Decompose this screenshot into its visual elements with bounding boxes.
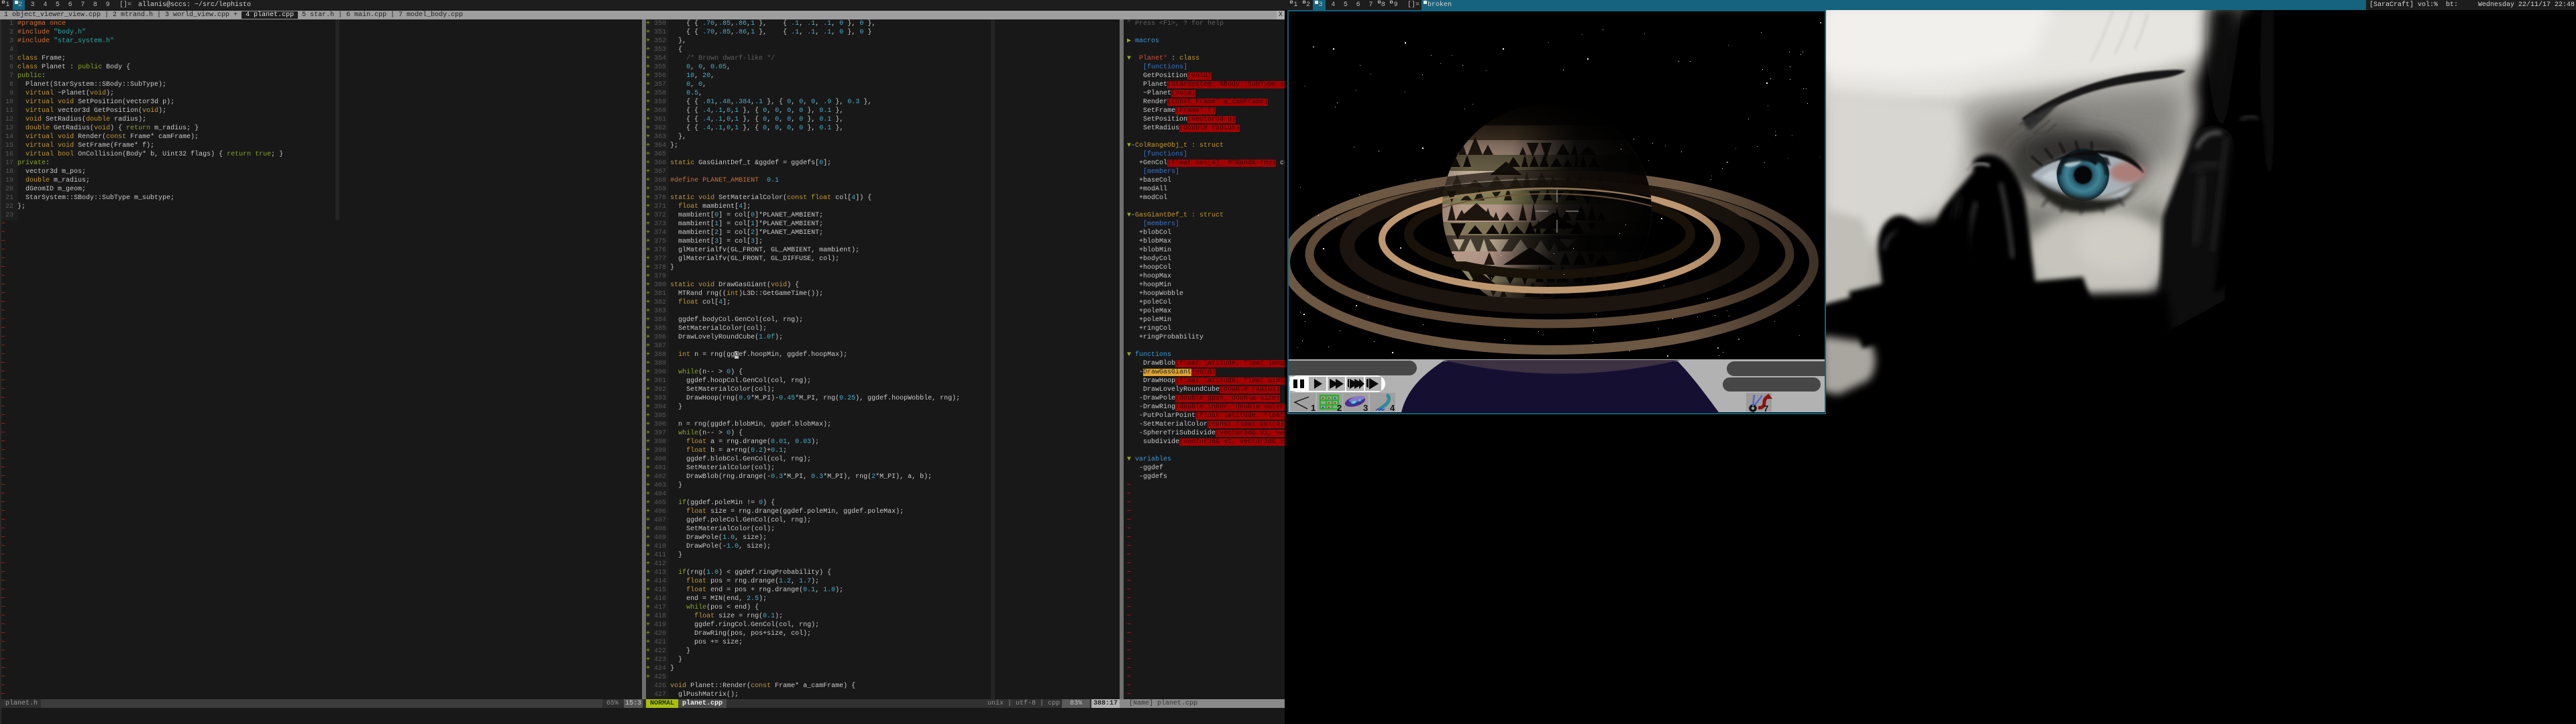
svg-text:1: 1 — [1311, 403, 1316, 413]
svg-text:2: 2 — [1337, 403, 1342, 413]
svg-text:7: 7 — [1764, 404, 1768, 413]
svg-text:3: 3 — [1363, 403, 1368, 413]
svg-text:4: 4 — [1390, 403, 1395, 413]
